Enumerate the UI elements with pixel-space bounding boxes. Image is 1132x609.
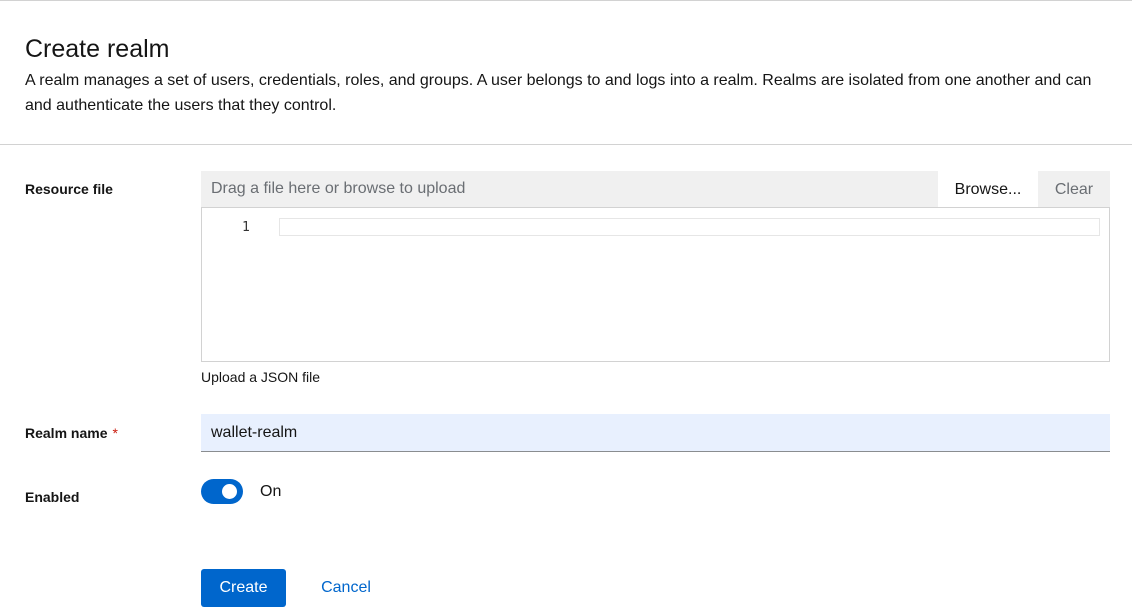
- realm-name-label-text: Realm name: [25, 425, 108, 441]
- editor-active-line[interactable]: [279, 218, 1100, 236]
- required-marker: *: [112, 425, 118, 441]
- resource-file-label: Resource file: [25, 181, 113, 197]
- top-border: [0, 0, 1132, 1]
- upload-helper-text: Upload a JSON file: [201, 369, 321, 385]
- description-line-2: and authenticate the users that they con…: [25, 97, 337, 114]
- editor-line-number: 1: [242, 220, 250, 235]
- realm-name-input[interactable]: [201, 414, 1110, 452]
- cancel-button[interactable]: Cancel: [305, 569, 387, 607]
- clear-button[interactable]: Clear: [1038, 171, 1110, 208]
- file-upload-dropzone[interactable]: Drag a file here or browse to upload Bro…: [201, 171, 1110, 208]
- enabled-toggle-state: On: [260, 483, 282, 500]
- page-description: A realm manages a set of users, credenti…: [25, 68, 1132, 118]
- page-title: Create realm: [25, 35, 170, 63]
- json-code-editor[interactable]: 1: [201, 207, 1110, 362]
- browse-button[interactable]: Browse...: [938, 171, 1038, 208]
- toggle-knob: [222, 484, 237, 499]
- header-divider: [0, 144, 1132, 145]
- create-button[interactable]: Create: [201, 569, 286, 607]
- enabled-toggle[interactable]: [201, 479, 243, 504]
- realm-name-label: Realm name *: [25, 425, 118, 441]
- enabled-label: Enabled: [25, 489, 80, 505]
- description-line-1: A realm manages a set of users, credenti…: [25, 72, 1092, 89]
- file-upload-placeholder: Drag a file here or browse to upload: [211, 180, 466, 197]
